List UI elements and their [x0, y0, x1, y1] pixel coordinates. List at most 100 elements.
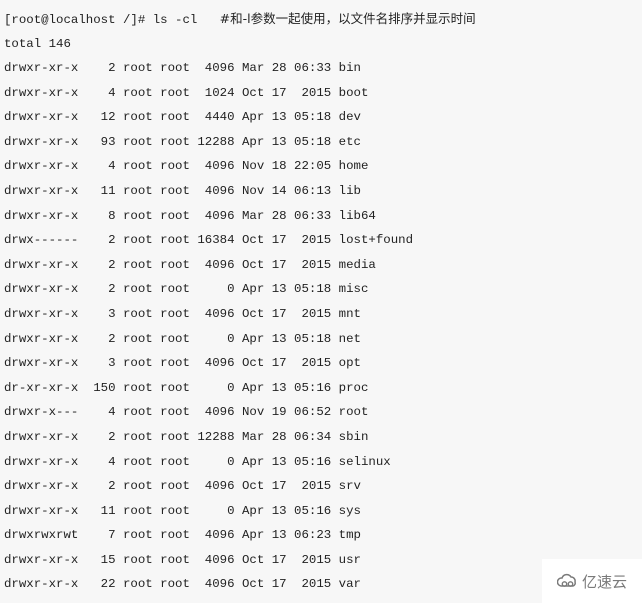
- link-count: 8: [85, 208, 116, 223]
- day: 13: [271, 134, 287, 149]
- group: root: [160, 528, 190, 543]
- time-or-year: 05:18: [294, 331, 332, 346]
- permissions: drwxrwxrwt: [4, 528, 79, 543]
- file-name: media: [338, 257, 376, 272]
- file-name: usr: [338, 552, 361, 567]
- file-name: misc: [338, 282, 369, 297]
- group: root: [160, 233, 190, 248]
- owner: root: [122, 257, 153, 272]
- permissions: drwxr-x---: [4, 405, 79, 420]
- month: Mar: [241, 429, 265, 444]
- day: 18: [271, 159, 287, 174]
- listing-row-lost-found: drwx------ 2 root root 16384 Oct 17 2015…: [4, 232, 413, 257]
- file-name: etc: [338, 134, 361, 149]
- file-size: 4096: [197, 306, 235, 321]
- command-line: [root@localhost /]# ls -cl #和-l参数一起使用，以文…: [4, 11, 476, 27]
- month: Oct: [241, 306, 265, 321]
- owner: root: [122, 208, 153, 223]
- time-or-year: 05:16: [294, 503, 332, 518]
- file-size: 4440: [197, 110, 235, 125]
- day: 17: [271, 257, 287, 272]
- listing-row-bin: drwxr-xr-x 2 root root 4096 Mar 28 06:33…: [4, 60, 413, 85]
- day: 17: [271, 356, 287, 371]
- file-name: selinux: [338, 454, 391, 469]
- day: 13: [271, 282, 287, 297]
- owner: root: [122, 356, 153, 371]
- group: root: [160, 331, 190, 346]
- owner: root: [122, 331, 153, 346]
- link-count: 11: [85, 183, 116, 198]
- listing-row-tmp: drwxrwxrwt 7 root root 4096 Apr 13 06:23…: [4, 527, 413, 552]
- permissions: drwxr-xr-x: [4, 208, 79, 223]
- group: root: [160, 282, 190, 297]
- file-name: boot: [338, 85, 369, 100]
- permissions: dr-xr-xr-x: [4, 380, 79, 395]
- file-size: 0: [197, 331, 235, 346]
- link-count: 4: [85, 454, 116, 469]
- listing-row-net: drwxr-xr-x 2 root root 0 Apr 13 05:18 ne…: [4, 331, 413, 356]
- owner: root: [122, 429, 153, 444]
- file-name: lib: [338, 183, 361, 198]
- link-count: 2: [85, 257, 116, 272]
- listing-row-mnt: drwxr-xr-x 3 root root 4096 Oct 17 2015 …: [4, 306, 413, 331]
- group: root: [160, 85, 190, 100]
- group: root: [160, 454, 190, 469]
- listing-row-proc: dr-xr-xr-x 150 root root 0 Apr 13 05:16 …: [4, 380, 413, 405]
- month: Nov: [241, 159, 265, 174]
- month: Apr: [241, 454, 265, 469]
- owner: root: [122, 233, 153, 248]
- day: 17: [271, 479, 287, 494]
- file-name: var: [338, 577, 361, 592]
- day: 13: [271, 454, 287, 469]
- time-or-year: 05:18: [294, 134, 332, 149]
- listing-row-boot: drwxr-xr-x 4 root root 1024 Oct 17 2015 …: [4, 85, 413, 110]
- day: 28: [271, 429, 287, 444]
- permissions: drwxr-xr-x: [4, 282, 79, 297]
- time-or-year: 06:33: [294, 61, 332, 75]
- watermark: 亿速云: [542, 559, 642, 603]
- day: 13: [271, 380, 287, 395]
- month: Mar: [241, 208, 265, 223]
- month: Oct: [241, 552, 265, 567]
- group: root: [160, 577, 190, 592]
- group: root: [160, 208, 190, 223]
- month: Nov: [241, 183, 265, 198]
- month: Oct: [241, 257, 265, 272]
- group: root: [160, 183, 190, 198]
- owner: root: [122, 479, 153, 494]
- permissions: drwxr-xr-x: [4, 110, 79, 125]
- owner: root: [122, 134, 153, 149]
- group: root: [160, 429, 190, 444]
- group: root: [160, 356, 190, 371]
- file-size: 4096: [197, 183, 235, 198]
- day: 28: [271, 208, 287, 223]
- watermark-text: 亿速云: [581, 572, 627, 591]
- month: Oct: [241, 233, 265, 248]
- time-or-year: 06:33: [294, 208, 332, 223]
- permissions: drwxr-xr-x: [4, 552, 79, 567]
- day: 13: [271, 110, 287, 125]
- listing-row-selinux: drwxr-xr-x 4 root root 0 Apr 13 05:16 se…: [4, 454, 413, 479]
- link-count: 12: [85, 110, 116, 125]
- file-name: bin: [338, 61, 361, 75]
- file-name: mnt: [338, 306, 361, 321]
- file-size: 4096: [197, 552, 235, 567]
- file-name: lib64: [338, 208, 376, 223]
- listing-row-lib: drwxr-xr-x 11 root root 4096 Nov 14 06:1…: [4, 183, 413, 208]
- command-text: ls -cl: [152, 13, 220, 27]
- link-count: 93: [85, 134, 116, 149]
- day: 17: [271, 552, 287, 567]
- group: root: [160, 159, 190, 174]
- day: 13: [271, 331, 287, 346]
- group: root: [160, 257, 190, 272]
- link-count: 2: [85, 282, 116, 297]
- day: 14: [271, 183, 287, 198]
- permissions: drwxr-xr-x: [4, 503, 79, 518]
- link-count: 22: [85, 577, 116, 592]
- file-name: home: [338, 159, 369, 174]
- permissions: drwxr-xr-x: [4, 134, 79, 149]
- file-name: root: [338, 405, 369, 420]
- link-count: 2: [85, 331, 116, 346]
- listing-row-misc: drwxr-xr-x 2 root root 0 Apr 13 05:18 mi…: [4, 281, 413, 306]
- listing-row-usr: drwxr-xr-x 15 root root 4096 Oct 17 2015…: [4, 552, 413, 577]
